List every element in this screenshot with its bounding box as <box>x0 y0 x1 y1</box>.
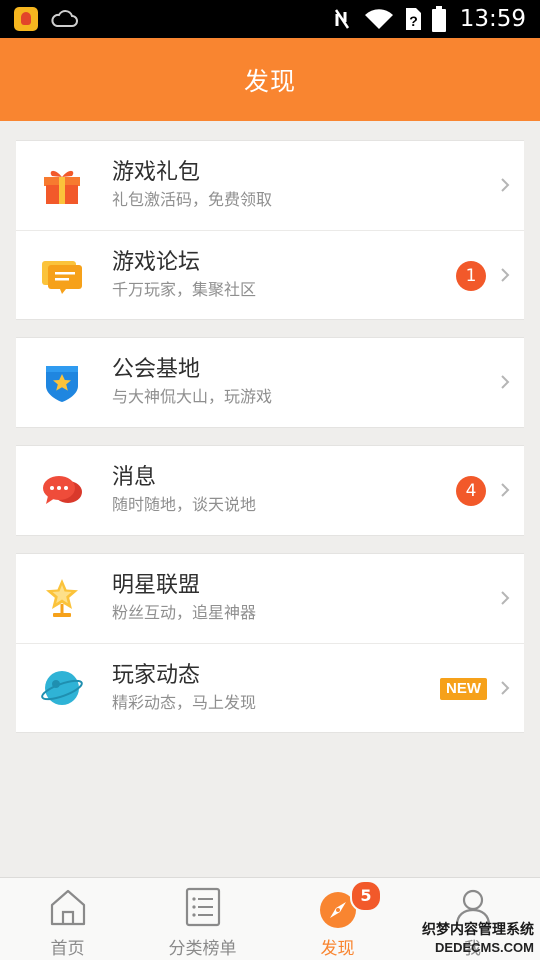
item-subtitle: 随时随地，谈天说地 <box>112 495 257 514</box>
list-icon <box>185 887 220 927</box>
new-tag: NEW <box>440 678 487 700</box>
status-time: 13:59 <box>459 6 526 32</box>
app-notification-icon <box>14 7 38 31</box>
item-title: 游戏论坛 <box>112 250 201 275</box>
item-title: 公会基地 <box>112 357 201 382</box>
item-subtitle: 与大神侃大山，玩游戏 <box>112 387 273 406</box>
list-item-star-league[interactable]: 明星联盟 粉丝互动，追星神器 <box>16 554 524 643</box>
nav-badge: 5 <box>350 880 382 912</box>
nav-item-home[interactable]: 首页 <box>0 878 135 960</box>
item-title: 消息 <box>112 465 157 490</box>
item-title: 明星联盟 <box>112 573 201 598</box>
list-item-messages[interactable]: 消息 随时随地，谈天说地 4 <box>16 446 524 535</box>
list-item-player-feed[interactable]: 玩家动态 精彩动态，马上发现 NEW <box>16 643 524 732</box>
watermark-line-1: 织梦内容管理系统 <box>422 922 534 938</box>
chevron-right-icon <box>501 681 510 695</box>
nav-item-discover[interactable]: 5 发现 <box>270 878 405 960</box>
chevron-right-icon <box>501 375 510 389</box>
planet-icon <box>41 671 83 705</box>
page-title: 发现 <box>243 66 296 96</box>
item-subtitle: 粉丝互动，追星神器 <box>112 603 257 622</box>
chevron-right-icon <box>501 591 510 605</box>
wifi-icon <box>364 9 393 29</box>
item-title: 游戏礼包 <box>112 160 201 185</box>
gift-icon <box>44 170 80 204</box>
card-group-2: 公会基地 与大神侃大山，玩游戏 <box>16 337 524 428</box>
header-bar: 发现 <box>0 38 540 121</box>
home-icon <box>50 889 85 926</box>
message-bubble-icon <box>43 476 82 504</box>
item-title: 玩家动态 <box>112 663 201 688</box>
watermark: 织梦内容管理系统 DEDECMS.COM <box>422 922 534 956</box>
sim-card-icon: ? <box>405 8 421 30</box>
chevron-right-icon <box>501 483 510 497</box>
vibrate-off-icon <box>334 9 349 29</box>
nav-label: 发现 <box>320 939 355 959</box>
chevron-right-icon <box>501 178 510 192</box>
forum-icon <box>42 261 82 294</box>
item-subtitle: 精彩动态，马上发现 <box>112 693 257 712</box>
star-trophy-icon <box>46 579 78 617</box>
unread-badge: 4 <box>456 476 486 506</box>
card-group-3: 消息 随时随地，谈天说地 4 <box>16 445 524 536</box>
card-group-1: 游戏礼包 礼包激活码，免费领取 游戏论坛 千万玩家，集聚社区 1 <box>16 140 524 320</box>
nav-label: 首页 <box>50 939 85 959</box>
item-subtitle: 礼包激活码，免费领取 <box>112 190 273 209</box>
battery-icon <box>431 6 446 32</box>
card-group-4: 明星联盟 粉丝互动，追星神器 玩家动态 精彩动态，马上发现 NEW <box>16 553 524 733</box>
watermark-line-2: DEDECMS.COM <box>435 940 534 955</box>
list-item-game-gift[interactable]: 游戏礼包 礼包激活码，免费领取 <box>16 141 524 230</box>
nav-label: 分类榜单 <box>168 939 237 959</box>
chevron-right-icon <box>501 268 510 282</box>
status-bar: ? 13:59 <box>0 0 540 38</box>
item-subtitle: 千万玩家，集聚社区 <box>112 280 257 299</box>
svg-text:?: ? <box>409 13 418 29</box>
nav-item-category-ranking[interactable]: 分类榜单 <box>135 878 270 960</box>
cloud-icon <box>51 10 78 27</box>
unread-badge: 1 <box>456 261 486 291</box>
list-item-game-forum[interactable]: 游戏论坛 千万玩家，集聚社区 1 <box>16 230 524 319</box>
user-icon <box>455 889 490 926</box>
list-item-guild-base[interactable]: 公会基地 与大神侃大山，玩游戏 <box>16 338 524 427</box>
guild-shield-icon <box>46 366 78 402</box>
